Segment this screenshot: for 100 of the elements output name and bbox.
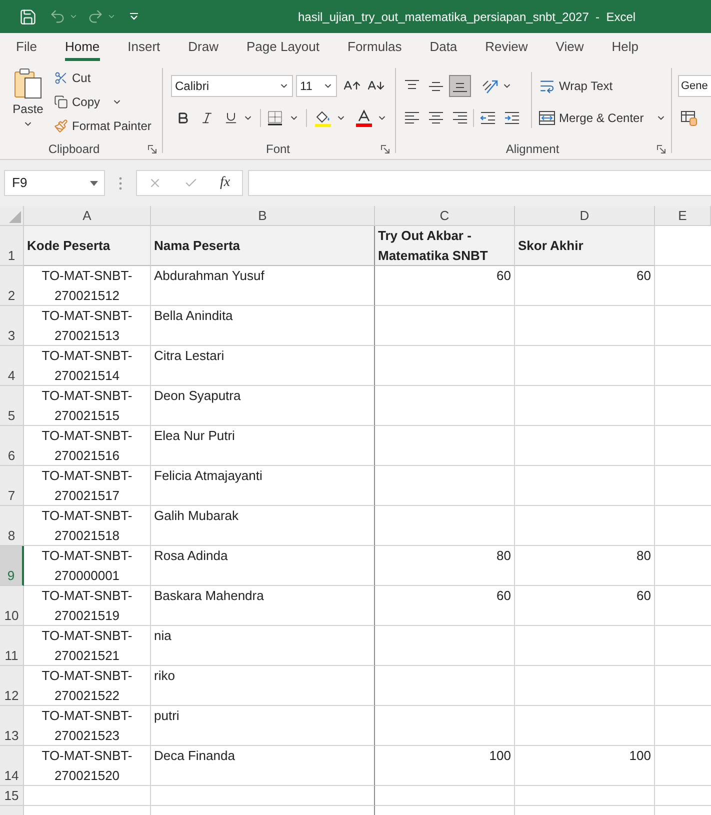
copy-button[interactable]: Copy	[51, 90, 154, 114]
table-cell: TO-MAT-SNBT-270021521	[24, 626, 151, 666]
column-header[interactable]: E	[655, 206, 711, 226]
number-format-field[interactable]: Gene	[678, 75, 711, 97]
row-header[interactable]: 5	[0, 386, 24, 426]
table-header-cell: Nama Peserta	[151, 226, 375, 266]
table-cell: Galih Mubarak	[151, 506, 375, 546]
redo-icon[interactable]	[87, 8, 104, 25]
scissors-icon	[54, 71, 68, 85]
table-cell: riko	[151, 666, 375, 706]
alignment-button[interactable]	[449, 75, 471, 97]
table-cell: Elea Nur Putri	[151, 426, 375, 466]
paintbrush-icon	[54, 119, 68, 133]
row-header[interactable]: 13	[0, 706, 24, 746]
row-header[interactable]: 8	[0, 506, 24, 546]
menu-tab[interactable]: Review	[471, 33, 542, 62]
column-header[interactable]: B	[151, 206, 375, 226]
row-header[interactable]: 12	[0, 666, 24, 706]
menu-tab[interactable]: Page Layout	[232, 33, 334, 62]
table-cell: TO-MAT-SNBT-270021523	[24, 706, 151, 746]
table-cell: 80	[515, 546, 655, 586]
table-cell: TO-MAT-SNBT-270021516	[24, 426, 151, 466]
table-cell: 60	[515, 266, 655, 306]
table-header-cell: Skor Akhir	[515, 226, 655, 266]
undo-icon[interactable]	[49, 8, 66, 25]
text-color-icon[interactable]	[355, 109, 373, 127]
table-cell: Citra Lestari	[151, 346, 375, 386]
table-cell: TO-MAT-SNBT-270021514	[24, 346, 151, 386]
table-cell: TO-MAT-SNBT-270021518	[24, 506, 151, 546]
font-size-field[interactable]: 11	[296, 75, 337, 97]
table-cell: Bella Anindita	[151, 306, 375, 346]
insert-function-button[interactable]: fx	[220, 175, 230, 191]
row-header[interactable]: 9	[0, 546, 24, 586]
table-cell: TO-MAT-SNBT-270021515	[24, 386, 151, 426]
table-cell: Baskara Mahendra	[151, 586, 375, 626]
format-painter-button[interactable]: Format Painter	[51, 114, 154, 138]
menu-tab[interactable]: Formulas	[334, 33, 416, 62]
paste-button[interactable]: Paste	[9, 68, 47, 136]
border-grid-icon[interactable]	[267, 110, 283, 126]
menu-tab[interactable]: View	[542, 33, 598, 62]
menu-tab[interactable]: Help	[598, 33, 652, 62]
table-cell: TO-MAT-SNBT-270021522	[24, 666, 151, 706]
table-cell: 100	[375, 746, 515, 786]
paint-bucket-icon[interactable]	[314, 109, 332, 127]
indent-decrease-icon[interactable]	[480, 111, 496, 125]
menu-tab[interactable]: Home	[50, 33, 114, 62]
table-grid-icon[interactable]	[681, 110, 697, 126]
italic-icon[interactable]	[200, 111, 214, 125]
table-cell: TO-MAT-SNBT-270021517	[24, 466, 151, 506]
row-header[interactable]: 2	[0, 266, 24, 306]
name-box[interactable]: F9	[4, 170, 105, 196]
bold-icon[interactable]	[176, 111, 190, 125]
group-label: Font	[264, 141, 291, 158]
menu-tab[interactable]: Draw	[174, 33, 232, 62]
row-header[interactable]: 4	[0, 346, 24, 386]
align-middle-icon	[428, 79, 444, 93]
customize-caret-icon[interactable]	[130, 13, 138, 20]
table-cell: nia	[151, 626, 375, 666]
save-icon[interactable]	[19, 8, 37, 26]
table-cell: Rosa Adinda	[151, 546, 375, 586]
window-title: hasil_ujian_try_out_matematika_persiapan_snbt_2027 - Excel	[298, 8, 636, 26]
align-left-icon	[404, 111, 420, 125]
formula-input[interactable]	[248, 170, 711, 196]
row-header[interactable]: 3	[0, 306, 24, 346]
dialog-launcher-icon[interactable]	[381, 144, 390, 154]
table-cell: Deon Syaputra	[151, 386, 375, 426]
dialog-launcher-icon[interactable]	[148, 144, 157, 154]
clipboard-icon	[14, 68, 42, 99]
row-header[interactable]: 10	[0, 586, 24, 626]
table-cell: 60	[375, 266, 515, 306]
row-header[interactable]: 7	[0, 466, 24, 506]
column-header[interactable]: C	[375, 206, 515, 226]
merge-cells-icon	[539, 111, 555, 125]
table-cell: Felicia Atmajayanti	[151, 466, 375, 506]
row-header[interactable]: 14	[0, 746, 24, 786]
dialog-launcher-icon[interactable]	[657, 144, 666, 154]
row-header[interactable]: 11	[0, 626, 24, 666]
row-header[interactable]: 6	[0, 426, 24, 466]
wrap-text-button[interactable]: Wrap Text	[537, 75, 668, 97]
row-header[interactable]: 15	[0, 786, 24, 806]
table-header-cell: Kode Peserta	[24, 226, 151, 266]
table-cell: 60	[375, 586, 515, 626]
table-cell: TO-MAT-SNBT-270021520	[24, 746, 151, 786]
underline-icon[interactable]	[224, 111, 238, 125]
cut-button[interactable]: Cut	[51, 66, 154, 90]
row-header[interactable]: 1	[0, 226, 24, 266]
table-cell: Deca Finanda	[151, 746, 375, 786]
table-cell: 100	[515, 746, 655, 786]
table-cell: Abdurahman Yusuf	[151, 266, 375, 306]
vertical-dots-icon[interactable]	[119, 176, 122, 190]
diagonal-arrow-icon[interactable]	[481, 78, 499, 94]
font-name-field[interactable]: Calibri	[171, 75, 293, 97]
column-header[interactable]: A	[24, 206, 151, 226]
menu-tab[interactable]: File	[2, 33, 51, 62]
column-header[interactable]: D	[515, 206, 655, 226]
merge-center-button[interactable]: Merge & Center	[537, 107, 668, 129]
table-cell: TO-MAT-SNBT-270000001	[24, 546, 151, 586]
menu-tab[interactable]: Insert	[114, 33, 174, 62]
indent-increase-icon[interactable]	[504, 111, 520, 125]
menu-tab[interactable]: Data	[416, 33, 472, 62]
